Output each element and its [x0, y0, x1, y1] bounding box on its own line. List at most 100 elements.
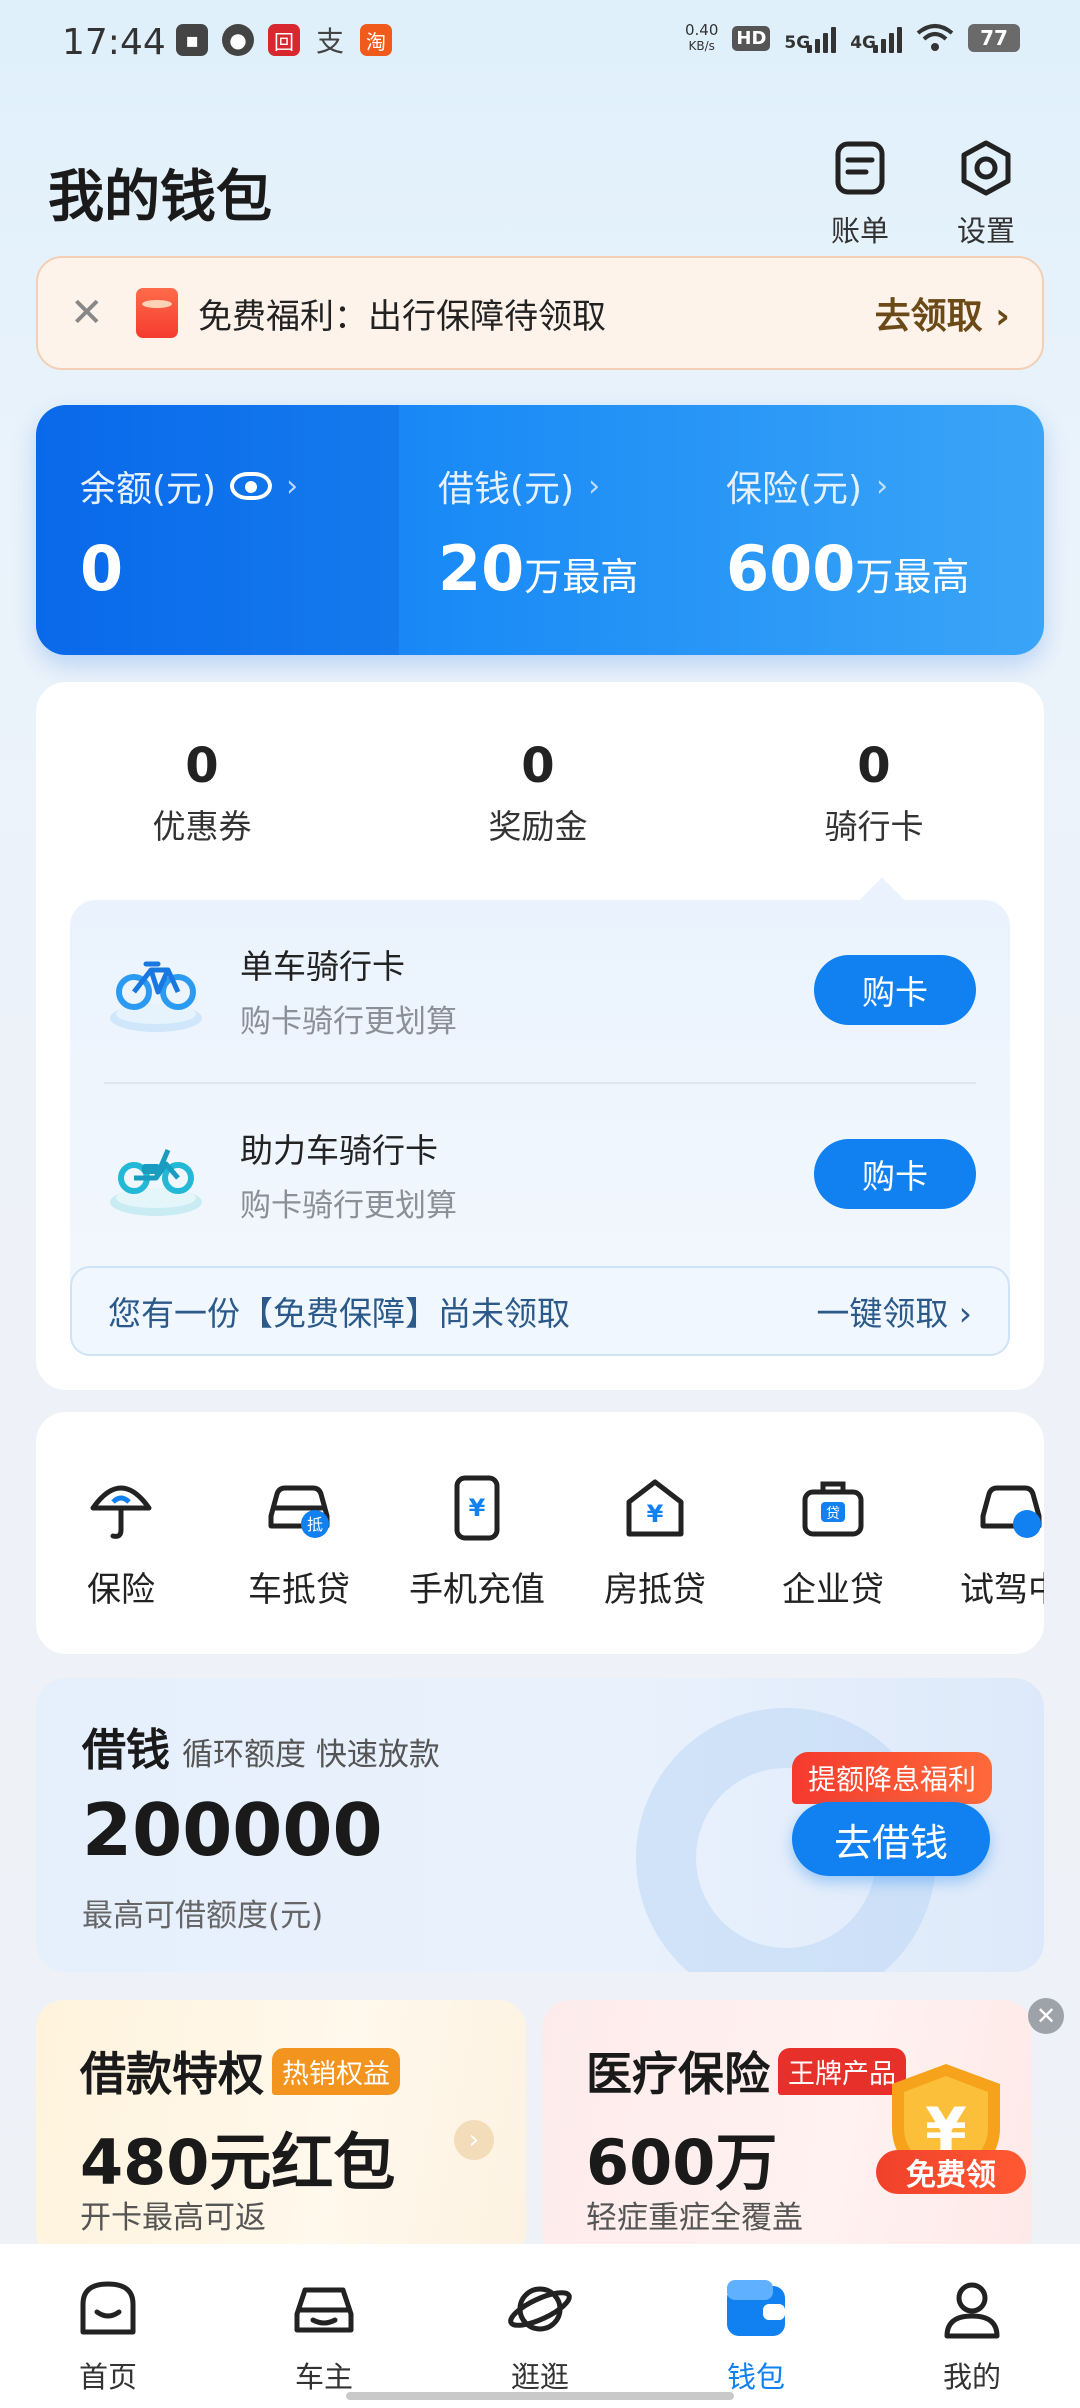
- battery-icon: 77: [968, 24, 1020, 52]
- chevron-right-icon: ›: [454, 2120, 494, 2160]
- promo-card-sub: 开卡最高可返: [80, 2200, 266, 2236]
- promo-card-value: 600万: [586, 2126, 778, 2199]
- loan-card[interactable]: 借钱 循环额度 快速放款 200000 最高可借额度(元) 提额降息福利 去借钱: [36, 1678, 1044, 1972]
- assets-card: 0 优惠券 0 奖励金 0 骑行卡 单车骑行卡 购卡骑行更划算 购卡 助力车骑行…: [36, 682, 1044, 1390]
- system-status: 0.40 KB/s HD 5G 4G 77: [685, 22, 1020, 54]
- coupon-stat[interactable]: 0 优惠券: [102, 738, 302, 848]
- wifi-icon: [916, 24, 954, 51]
- business-loan-icon: 贷: [802, 1481, 864, 1537]
- nav-home[interactable]: 首页: [0, 2244, 216, 2408]
- loan-privilege-card[interactable]: 借款特权 热销权益 480元红包 开卡最高可返 ›: [36, 2000, 526, 2260]
- settings-label: 设置: [956, 214, 1015, 248]
- umbrella-icon: [90, 1485, 152, 1539]
- bottom-nav: 首页 车主 逛逛 钱包 我的: [0, 2244, 1080, 2408]
- loan-subtitle: 循环额度 快速放款: [182, 1737, 440, 1773]
- balance-label: 余额(元): [80, 469, 217, 510]
- chevron-right-icon: ›: [588, 468, 601, 504]
- profile-icon: [944, 2282, 1000, 2339]
- svg-text:¥: ¥: [469, 1494, 486, 1522]
- eye-icon[interactable]: [230, 472, 273, 500]
- service-phone-recharge[interactable]: ¥ 手机充值: [392, 1472, 562, 1611]
- hot-badge: 热销权益: [272, 2047, 400, 2095]
- list-item[interactable]: 单车骑行卡 购卡骑行更划算 购卡: [70, 900, 1010, 1080]
- balance-value: 0: [80, 532, 124, 605]
- loan-promo-badge: 提额降息福利: [792, 1752, 993, 1804]
- planet-icon: [508, 2286, 572, 2332]
- reward-stat[interactable]: 0 奖励金: [438, 738, 638, 848]
- promo-banner[interactable]: ✕ 免费福利：出行保障待领取 去领取 ›: [36, 256, 1044, 370]
- buy-card-button[interactable]: 购卡: [814, 955, 976, 1025]
- svg-text:贷: 贷: [826, 1506, 840, 1522]
- loan-desc: 最高可借额度(元): [82, 1898, 324, 1934]
- close-icon[interactable]: ✕: [70, 290, 110, 336]
- svg-text:¥: ¥: [647, 1500, 664, 1528]
- medical-insurance-card[interactable]: 医疗保险 王牌产品 600万 轻症重症全覆盖 ¥ 免费领: [542, 2000, 1032, 2260]
- bill-label: 账单: [830, 214, 889, 248]
- nav-browse[interactable]: 逛逛: [432, 2244, 648, 2408]
- settings-button[interactable]: 设置: [938, 138, 1034, 250]
- list-item[interactable]: 助力车骑行卡 购卡骑行更划算 购卡: [70, 1084, 1010, 1264]
- app-icon: ▪: [176, 24, 208, 56]
- nav-profile[interactable]: 我的: [864, 2244, 1080, 2408]
- borrow-unit: 万最高: [524, 555, 639, 599]
- hd-icon: HD: [732, 25, 771, 51]
- svg-text:抵: 抵: [307, 1515, 323, 1534]
- house-loan-icon: ¥: [626, 1479, 684, 1537]
- promo-card-title: 医疗保险: [586, 2047, 770, 2101]
- home-icon: [80, 2281, 136, 2335]
- balance-item[interactable]: 余额(元) › 0: [80, 460, 298, 606]
- gear-icon: [961, 140, 1011, 196]
- ride-card-stat[interactable]: 0 骑行卡: [774, 738, 974, 848]
- promo-text: 免费福利：出行保障待领取: [198, 296, 606, 337]
- insurance-item[interactable]: 保险(元) › 600万最高: [726, 460, 970, 606]
- wallet-icon: [727, 2280, 785, 2336]
- car-loan-icon: 抵: [268, 1485, 330, 1538]
- borrow-label: 借钱(元): [438, 469, 575, 510]
- ride-card-title: 助力车骑行卡: [240, 1130, 438, 1170]
- signal-4g-icon: 4G: [850, 23, 902, 53]
- nav-car-owner[interactable]: 车主: [216, 2244, 432, 2408]
- notification-icons: ▪ ● 回 支 淘: [176, 24, 392, 58]
- loan-amount: 200000: [82, 1788, 383, 1872]
- service-house-loan[interactable]: ¥ 房抵贷: [570, 1472, 740, 1611]
- insurance-unit: 万最高: [855, 555, 970, 599]
- insurance-label: 保险(元): [726, 469, 863, 510]
- borrow-button[interactable]: 去借钱: [792, 1802, 990, 1876]
- signal-5g-icon: 5G: [784, 23, 837, 53]
- service-insurance[interactable]: 保险: [36, 1472, 206, 1611]
- chevron-right-icon: ›: [876, 468, 889, 504]
- message-icon: ●: [222, 24, 254, 56]
- status-time: 17:44: [62, 22, 166, 63]
- ride-card-panel: 单车骑行卡 购卡骑行更划算 购卡 助力车骑行卡 购卡骑行更划算 购卡 您有一份【…: [70, 877, 1010, 1356]
- red-packet-icon: [136, 288, 178, 338]
- service-business-loan[interactable]: 贷 企业贷: [748, 1472, 918, 1611]
- taobao-icon: 淘: [360, 24, 392, 56]
- service-car-loan[interactable]: 抵 车抵贷: [214, 1472, 384, 1611]
- phone-recharge-icon: ¥: [454, 1475, 500, 1541]
- insurance-value: 600: [726, 532, 856, 605]
- ride-card-subtitle: 购卡骑行更划算: [240, 1003, 457, 1040]
- e-bike-icon: [110, 1149, 202, 1216]
- free-claim-badge[interactable]: 免费领: [876, 2150, 1026, 2194]
- service-test-drive[interactable]: 试驾中: [926, 1472, 1044, 1611]
- car-icon: [294, 2287, 354, 2333]
- ride-card-subtitle: 购卡骑行更划算: [240, 1187, 457, 1224]
- alipay-icon: 支: [315, 25, 344, 58]
- page-title: 我的钱包: [48, 165, 272, 230]
- buy-card-button[interactable]: 购卡: [814, 1139, 976, 1209]
- bill-button[interactable]: 账单: [812, 138, 908, 250]
- one-click-claim-link[interactable]: 一键领取 ›: [816, 1287, 972, 1335]
- services-row: 保险 抵 车抵贷 ¥ 手机充值 ¥ 房抵贷 贷 企业贷 试驾: [36, 1412, 1044, 1654]
- borrow-value: 20: [438, 532, 525, 605]
- balance-card: 余额(元) › 0 借钱(元) › 20万最高 保险(元) › 600万最高: [36, 405, 1044, 655]
- borrow-item[interactable]: 借钱(元) › 20万最高: [438, 460, 639, 606]
- close-icon[interactable]: ✕: [1028, 1998, 1064, 2034]
- home-indicator: [346, 2392, 734, 2400]
- ride-card-title: 单车骑行卡: [240, 946, 405, 986]
- net-speed: 0.40 KB/s: [684, 21, 719, 53]
- promo-card-sub: 轻症重症全覆盖: [586, 2200, 803, 2236]
- claim-link[interactable]: 去领取 ›: [875, 287, 1010, 339]
- promo-card-value: 480元红包: [80, 2126, 396, 2199]
- free-guarantee-bar[interactable]: 您有一份【免费保障】尚未领取 一键领取 ›: [70, 1266, 1010, 1356]
- nav-wallet[interactable]: 钱包: [648, 2244, 864, 2408]
